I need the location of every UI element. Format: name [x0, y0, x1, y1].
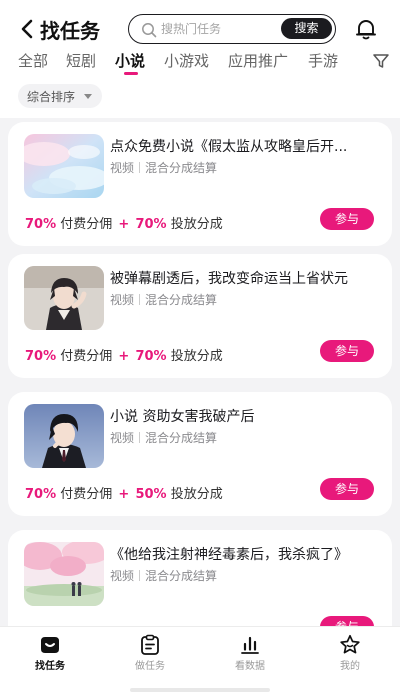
- nav-do-task[interactable]: 做任务: [100, 627, 200, 683]
- search-bar[interactable]: 搜索: [128, 14, 336, 44]
- star-profile-icon: [340, 634, 360, 654]
- page-title: 找任务: [40, 19, 100, 43]
- meta-divider: [139, 432, 141, 443]
- paid-share: 70%: [25, 349, 57, 364]
- task-meta: 视频 混合分成结算: [110, 291, 217, 308]
- tab-mini-game[interactable]: 小游戏: [164, 50, 209, 71]
- paid-label: 付费分佣: [60, 349, 113, 364]
- nav-label: 看数据: [235, 661, 265, 672]
- category-tabs: 全部 短剧 小说 小游戏 应用推广 手游: [0, 50, 400, 74]
- join-button[interactable]: 参与: [320, 208, 374, 230]
- ad-share: 50%: [135, 487, 167, 502]
- task-card[interactable]: 小说 资助女害我破产后 视频 混合分成结算 70% 付费分佣 + 50% 投放分成…: [8, 392, 392, 516]
- plus-sign: +: [118, 349, 130, 364]
- join-button[interactable]: 参与: [320, 478, 374, 500]
- nav-label: 做任务: [135, 661, 165, 672]
- meta-divider: [139, 570, 141, 581]
- task-settlement: 混合分成结算: [145, 431, 218, 445]
- bell-icon[interactable]: [354, 17, 378, 41]
- tab-app-promotion[interactable]: 应用推广: [228, 50, 288, 71]
- cherry-blossom-illustration: [24, 542, 104, 606]
- task-card[interactable]: 《他给我注射神经毒素后，我杀疯了》 视频混合分成结算 参与: [8, 530, 392, 626]
- ad-label: 投放分成: [170, 487, 223, 502]
- paid-label: 付费分佣: [60, 487, 113, 502]
- task-settlement: 混合分成结算: [145, 569, 218, 583]
- bar-chart-icon: [241, 636, 259, 654]
- young-man-illustration: [24, 266, 104, 330]
- plus-sign: +: [118, 217, 130, 232]
- ad-share: 70%: [135, 349, 167, 364]
- home-indicator: [130, 688, 270, 692]
- sort-dropdown[interactable]: 综合排序: [18, 84, 102, 108]
- man-in-suit-illustration: [24, 404, 104, 468]
- plus-sign: +: [118, 487, 130, 502]
- search-icon: [142, 23, 157, 38]
- task-title: 《他给我注射神经毒素后，我杀疯了》: [110, 547, 348, 563]
- meta-divider: [139, 162, 141, 173]
- task-meta: 视频 混合分成结算: [110, 159, 217, 176]
- task-commission: 70% 付费分佣 + 50% 投放分成: [25, 483, 223, 502]
- task-commission: 70% 付费分佣 + 70% 投放分成: [25, 213, 223, 232]
- meta-divider: [139, 294, 141, 305]
- task-commission: 70% 付费分佣 + 70% 投放分成: [25, 345, 223, 364]
- task-list[interactable]: 点众免费小说《假太监从攻略皇后开... 视频 混合分成结算 70% 付费分佣 + …: [0, 118, 400, 626]
- task-title: 点众免费小说《假太监从攻略皇后开...: [110, 139, 348, 155]
- top-bar: 找任务 搜索 全部 短剧 小说 小游戏 应用推广 手游 综合排序: [0, 0, 400, 118]
- sort-label: 综合排序: [27, 90, 76, 104]
- task-category: 视频: [110, 293, 135, 307]
- ad-share: 70%: [135, 217, 167, 232]
- paid-label: 付费分佣: [60, 217, 113, 232]
- nav-label: 找任务: [35, 661, 65, 672]
- task-category: 视频: [110, 161, 135, 175]
- pastel-sky-illustration: [24, 134, 104, 198]
- task-card[interactable]: 被弹幕剧透后，我改变命运当上省状元 视频 混合分成结算 70% 付费分佣 + 70…: [8, 254, 392, 378]
- ad-label: 投放分成: [170, 349, 223, 364]
- tab-mobile-game[interactable]: 手游: [308, 50, 338, 71]
- task-thumbnail: [24, 134, 104, 198]
- task-card[interactable]: 点众免费小说《假太监从攻略皇后开... 视频 混合分成结算 70% 付费分佣 + …: [8, 122, 392, 246]
- tab-short-drama[interactable]: 短剧: [66, 50, 96, 71]
- caret-down-icon: [84, 94, 92, 99]
- ad-label: 投放分成: [170, 217, 223, 232]
- tabs-fade: [352, 50, 372, 74]
- nav-find-task[interactable]: 找任务: [0, 627, 100, 683]
- task-thumbnail: [24, 404, 104, 468]
- task-settlement: 混合分成结算: [145, 293, 218, 307]
- paid-share: 70%: [25, 217, 57, 232]
- join-button[interactable]: 参与: [320, 616, 374, 626]
- nav-profile[interactable]: 我的: [300, 627, 400, 683]
- nav-label: 我的: [340, 661, 360, 672]
- task-category: 视频: [110, 569, 135, 583]
- active-tab-indicator: [124, 72, 138, 75]
- nav-view-data[interactable]: 看数据: [200, 627, 300, 683]
- paid-share: 70%: [25, 487, 57, 502]
- tab-all[interactable]: 全部: [18, 50, 48, 71]
- task-meta: 视频 混合分成结算: [110, 429, 217, 446]
- task-title: 被弹幕剧透后，我改变命运当上省状元: [110, 271, 348, 287]
- search-input[interactable]: [161, 20, 277, 38]
- join-button[interactable]: 参与: [320, 340, 374, 362]
- task-meta: 视频 混合分成结算: [110, 567, 217, 584]
- filter-icon[interactable]: [372, 52, 390, 70]
- task-category: 视频: [110, 431, 135, 445]
- find-task-icon: [41, 637, 59, 653]
- task-title: 小说 资助女害我破产后: [110, 409, 255, 425]
- clipboard-icon: [141, 634, 159, 655]
- back-arrow-icon[interactable]: [18, 18, 38, 40]
- task-thumbnail: [24, 542, 104, 606]
- task-settlement: 混合分成结算: [145, 161, 218, 175]
- tab-novel[interactable]: 小说: [115, 50, 145, 71]
- search-button[interactable]: 搜索: [281, 18, 332, 39]
- task-thumbnail: [24, 266, 104, 330]
